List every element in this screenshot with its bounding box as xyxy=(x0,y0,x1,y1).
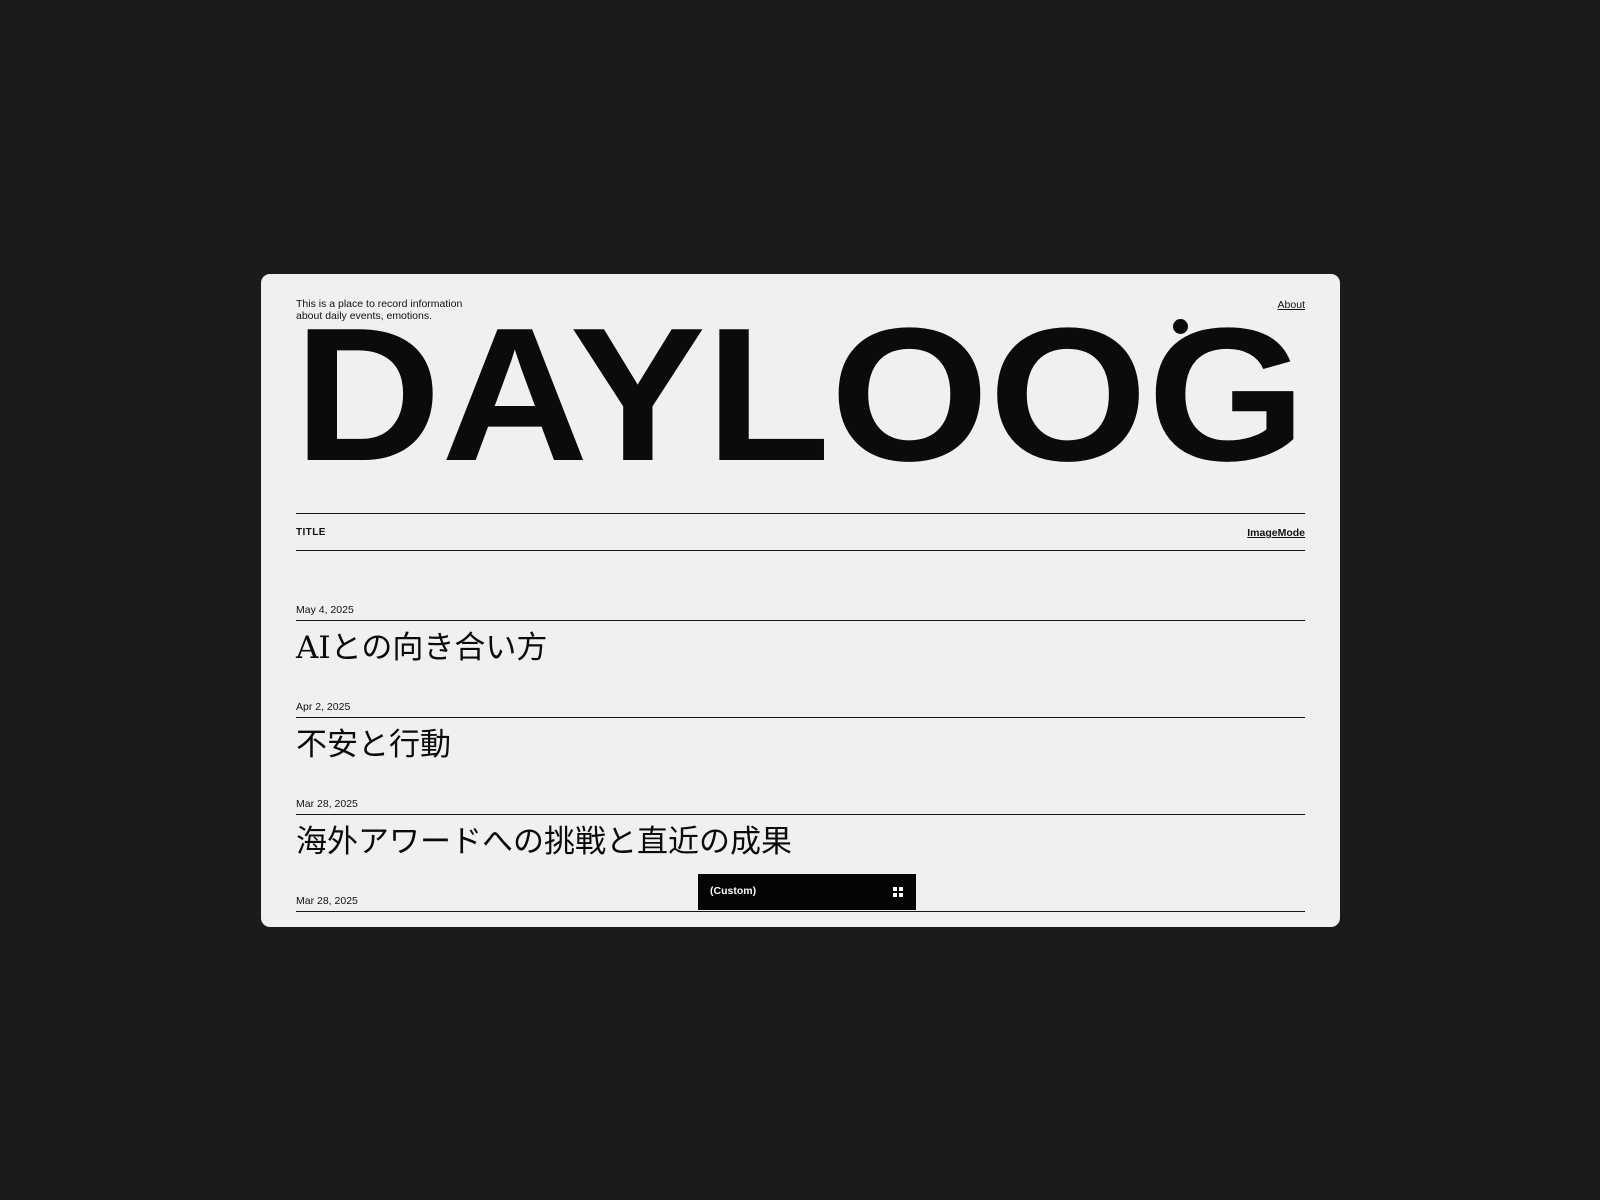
entry-title: AIとの向き合い方 xyxy=(296,630,548,666)
column-header-title: TITLE xyxy=(296,527,326,538)
site-logo[interactable]: DAYLOOG xyxy=(294,289,1306,501)
entry-title: 不安と行動 xyxy=(296,727,451,763)
image-mode-link[interactable]: ImageMode xyxy=(1247,527,1305,539)
header-divider-top xyxy=(296,513,1305,514)
site-logo-text: DAYLOOG xyxy=(294,289,1306,501)
entry-date: Mar 28, 2025 xyxy=(296,798,358,810)
entry-date: Apr 2, 2025 xyxy=(296,701,351,713)
logo-dot-icon xyxy=(1173,319,1188,334)
entry-date: May 4, 2025 xyxy=(296,604,354,616)
header-divider-bottom xyxy=(296,550,1305,551)
entry-divider xyxy=(296,911,1305,912)
page-card: This is a place to record information ab… xyxy=(261,274,1340,927)
entry-item[interactable]: Apr 2, 2025 不安と行動 xyxy=(296,701,1305,798)
grid-icon[interactable] xyxy=(893,887,903,897)
entry-divider xyxy=(296,717,1305,718)
entry-item[interactable]: May 4, 2025 AIとの向き合い方 xyxy=(296,604,1305,701)
entry-divider xyxy=(296,814,1305,815)
entry-date: Mar 28, 2025 xyxy=(296,895,358,907)
view-mode-label: (Custom) xyxy=(710,885,757,897)
view-mode-bar[interactable]: (Custom) xyxy=(698,874,916,910)
entry-title: 海外アワードへの挑戦と直近の成果 xyxy=(296,824,792,860)
entry-divider xyxy=(296,620,1305,621)
